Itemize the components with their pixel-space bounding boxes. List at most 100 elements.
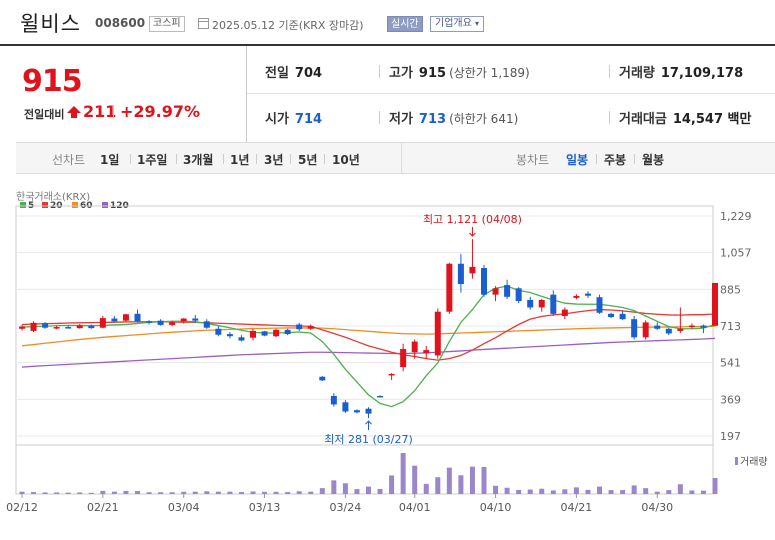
volume-bar xyxy=(192,491,198,494)
candle-body xyxy=(665,328,672,334)
candle-body xyxy=(238,337,245,341)
high-arrow-icon xyxy=(469,227,476,237)
volume-bar xyxy=(204,491,210,494)
candle-body xyxy=(284,329,291,335)
candle-body xyxy=(388,373,395,376)
volume-bar xyxy=(262,491,268,494)
candle-body xyxy=(561,309,568,316)
candle-body xyxy=(342,402,349,412)
candle-body xyxy=(550,294,557,314)
candle-body xyxy=(492,288,499,295)
y-tick-label: 1,057 xyxy=(720,247,752,260)
candle-body xyxy=(215,328,222,335)
volume-bar xyxy=(458,475,464,494)
candle-body xyxy=(273,329,280,337)
volume-bar xyxy=(296,491,302,494)
candle-body xyxy=(53,327,60,329)
candle-body xyxy=(677,328,684,331)
volume-legend-swatch xyxy=(735,457,738,465)
candle-body xyxy=(30,322,37,331)
candle-body xyxy=(203,321,210,328)
x-tick-label: 03/04 xyxy=(168,501,200,514)
x-tick-label: 03/13 xyxy=(249,501,281,514)
candle-body xyxy=(619,313,626,320)
volume-bar xyxy=(342,483,348,494)
volume-bar xyxy=(366,486,371,494)
y-tick-label: 369 xyxy=(720,393,741,406)
volume-bar xyxy=(354,489,360,494)
volume-bar xyxy=(389,475,395,494)
volume-bar xyxy=(539,488,545,494)
volume-bar xyxy=(285,492,291,494)
candle-body xyxy=(400,349,407,368)
low-annotation: 최저 281 (03/27) xyxy=(324,433,413,446)
volume-bar xyxy=(677,484,683,494)
candle-body xyxy=(146,321,153,323)
candle-body xyxy=(446,263,453,312)
candle-body xyxy=(688,325,695,328)
candle-body xyxy=(712,282,718,326)
volume-bar xyxy=(123,490,129,494)
volume-bar xyxy=(19,491,25,494)
candle-body xyxy=(76,325,83,329)
candle-body xyxy=(65,327,72,329)
volume-bar xyxy=(573,487,579,494)
volume-bar xyxy=(654,491,660,494)
candle-body xyxy=(157,320,164,325)
x-tick-label: 04/30 xyxy=(641,501,673,514)
candle-body xyxy=(596,297,603,313)
candle-body xyxy=(226,334,233,337)
volume-bar xyxy=(481,467,487,494)
volume-bar xyxy=(597,486,602,494)
candle-body xyxy=(573,295,580,298)
volume-bar xyxy=(585,489,591,494)
volume-bar xyxy=(100,490,106,494)
candle-body xyxy=(99,318,106,328)
y-tick-label: 1,229 xyxy=(720,210,752,223)
candle-body xyxy=(481,268,487,295)
volume-bar xyxy=(700,490,706,494)
volume-bar xyxy=(504,487,510,494)
candle-body xyxy=(527,299,534,308)
volume-bar xyxy=(227,491,233,494)
x-tick-label: 04/10 xyxy=(480,501,512,514)
volume-bar xyxy=(493,485,499,494)
low-arrow-icon xyxy=(365,420,372,431)
candle-body xyxy=(411,341,418,353)
candle-body xyxy=(319,376,326,381)
volume-bar xyxy=(689,490,695,494)
x-tick-label: 02/12 xyxy=(6,501,38,514)
volume-bar xyxy=(273,491,279,494)
candle-body xyxy=(457,263,464,285)
volume-bar xyxy=(250,491,256,494)
y-tick-label: 197 xyxy=(720,430,741,443)
volume-bar xyxy=(181,491,187,494)
candle-body xyxy=(504,285,511,297)
volume-bar xyxy=(319,488,325,494)
price-chart[interactable]: 197 369 541 713 885 1,057 1,229 02/12 02/21 03/04… xyxy=(0,0,775,540)
candle-body xyxy=(608,313,615,318)
volume-bar xyxy=(620,490,626,494)
volume-bar xyxy=(400,453,406,494)
volume-legend-label: 거래량 xyxy=(740,456,768,468)
volume-bar xyxy=(215,491,221,494)
candle-body xyxy=(654,325,661,329)
y-tick-label: 713 xyxy=(720,320,741,333)
candle-body xyxy=(111,318,118,322)
volume-bar xyxy=(435,477,441,494)
candle-body xyxy=(353,410,360,413)
high-annotation: 최고 1,121 (04/08) xyxy=(423,213,522,226)
candle-body xyxy=(538,299,545,308)
candle-body xyxy=(88,325,95,329)
y-tick-label: 541 xyxy=(720,357,741,370)
volume-bar xyxy=(42,492,48,494)
volume-bar xyxy=(643,488,649,494)
volume-bar xyxy=(412,465,418,494)
candle-body xyxy=(296,324,303,330)
candle-body xyxy=(700,325,707,328)
volume-bar xyxy=(308,491,314,494)
volume-bar xyxy=(550,490,556,494)
candle-body xyxy=(169,322,176,325)
volume-bar xyxy=(77,492,83,494)
candle-body xyxy=(134,313,141,322)
